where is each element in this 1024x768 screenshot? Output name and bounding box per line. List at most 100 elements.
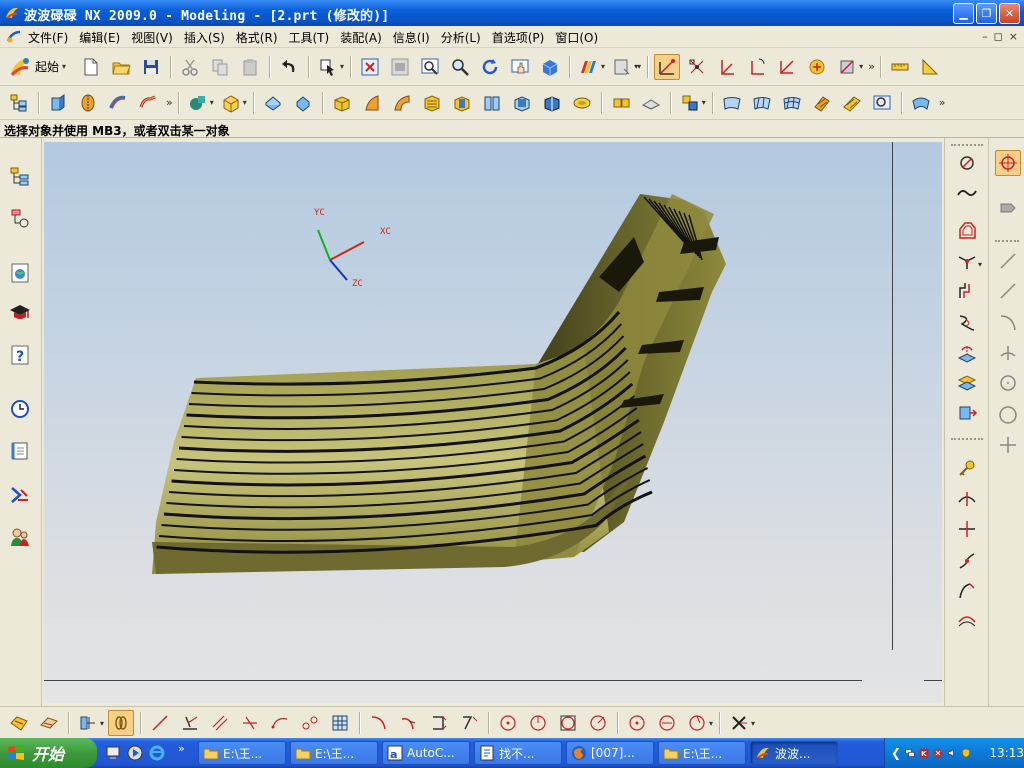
copy-button[interactable] — [207, 54, 233, 80]
sketch-button[interactable] — [654, 53, 681, 80]
shell-button[interactable] — [218, 90, 244, 116]
selection-filter-button[interactable] — [315, 54, 341, 80]
unite-button[interactable] — [185, 90, 211, 116]
offset-curve-button[interactable] — [954, 278, 980, 304]
antivirus-k-icon[interactable]: K — [919, 746, 929, 760]
zoom-button[interactable] — [417, 54, 443, 80]
point-sketch-button[interactable] — [995, 432, 1021, 458]
trim-tool-button[interactable] — [426, 710, 452, 736]
measure-distance-button[interactable] — [887, 54, 913, 80]
fit-view-button[interactable] — [357, 54, 383, 80]
bridge-curve-button[interactable] — [954, 310, 980, 336]
security-x-icon[interactable] — [933, 746, 943, 760]
menu-edit[interactable]: 编辑(E) — [79, 29, 127, 46]
edit-curve-parameters-button[interactable] — [954, 456, 980, 482]
assembly-navigator-tab[interactable] — [7, 164, 33, 190]
filter-dropdown-arrow[interactable]: ▾ — [340, 62, 344, 71]
wcs-save-button[interactable] — [834, 54, 860, 80]
point-button[interactable] — [954, 150, 980, 176]
start-dropdown-arrow[interactable]: ▾ — [62, 62, 66, 71]
through-curves-button[interactable] — [749, 90, 775, 116]
fillet-curve-button[interactable] — [954, 248, 980, 274]
training-tab[interactable] — [7, 300, 33, 326]
system-materials-tab[interactable] — [7, 438, 33, 464]
circle-tangent-button[interactable] — [555, 710, 581, 736]
color-button[interactable] — [576, 54, 602, 80]
shell-dropdown-arrow[interactable]: ▾ — [243, 98, 247, 107]
menu-analysis[interactable]: 分析(L) — [441, 29, 488, 46]
sketch-toggle-button[interactable] — [995, 150, 1021, 176]
edge-blend-button[interactable] — [260, 90, 286, 116]
3d-model-view[interactable] — [44, 142, 942, 703]
paste-button[interactable] — [237, 54, 263, 80]
undo-button[interactable] — [276, 54, 302, 80]
wcs-dropdown-arrow[interactable]: ▾ — [859, 62, 863, 71]
wcs-display-button[interactable] — [804, 54, 830, 80]
wcs-orient-button[interactable] — [774, 54, 800, 80]
draft-button[interactable] — [359, 90, 385, 116]
swept-surface-button[interactable] — [809, 90, 835, 116]
nx-app-icon[interactable] — [4, 5, 20, 21]
measure-angle-button[interactable] — [917, 54, 943, 80]
orient-to-sketch-button[interactable] — [75, 710, 101, 736]
layer-dropdown-arrow-2[interactable]: ▾ — [637, 62, 641, 71]
taskbar-button-autocad[interactable]: a AutoC... — [382, 741, 470, 765]
arc-center-button[interactable] — [624, 710, 650, 736]
document-menu-icon[interactable] — [6, 29, 22, 45]
zoom-in-out-button[interactable] — [447, 54, 473, 80]
menu-information[interactable]: 信息(I) — [393, 29, 437, 46]
profile-button[interactable] — [995, 248, 1021, 274]
fillet-tool-button[interactable] — [366, 710, 392, 736]
spline-button[interactable] — [954, 180, 980, 206]
ruled-surface-button[interactable] — [719, 90, 745, 116]
polygon-button[interactable] — [954, 218, 980, 244]
n-sided-surface-button[interactable] — [869, 90, 895, 116]
menu-window[interactable]: 窗口(O) — [555, 29, 605, 46]
restore-button[interactable]: ❐ — [976, 3, 997, 24]
color-dropdown-arrow[interactable]: ▾ — [601, 62, 605, 71]
menu-tools[interactable]: 工具(T) — [289, 29, 337, 46]
extract-curve-button[interactable] — [954, 400, 980, 426]
roles-tab[interactable] — [7, 524, 33, 550]
perpendicular-line-button[interactable] — [237, 710, 263, 736]
doc-minimize-button[interactable]: – — [982, 30, 988, 43]
arc-tangent-button[interactable] — [684, 710, 710, 736]
offset-face-button[interactable] — [419, 90, 445, 116]
part-navigator-button[interactable] — [6, 90, 32, 116]
taskbar-button-firefox[interactable]: [007]... — [566, 741, 654, 765]
parallel-line-button[interactable] — [207, 710, 233, 736]
doc-restore-button[interactable]: ◻ — [994, 30, 1003, 43]
scale-body-button[interactable] — [479, 90, 505, 116]
instance-feature-button[interactable] — [608, 90, 634, 116]
smooth-spline-button[interactable] — [954, 608, 980, 634]
volume-icon[interactable] — [947, 746, 957, 760]
wcs-origin-button[interactable] — [714, 54, 740, 80]
menu-assembly[interactable]: 装配(A) — [340, 29, 389, 46]
close-button[interactable]: ✕ — [999, 3, 1020, 24]
toolbar-overflow-chevron[interactable]: » — [939, 96, 946, 109]
extract-dropdown-arrow[interactable]: ▾ — [702, 98, 706, 107]
toolbar-overflow-chevron[interactable]: » — [166, 96, 173, 109]
history-tab[interactable] — [7, 396, 33, 422]
menu-format[interactable]: 格式(R) — [236, 29, 285, 46]
corner-tool-button[interactable] — [396, 710, 422, 736]
media-player-icon[interactable] — [126, 744, 144, 762]
project-curve-button[interactable] — [954, 340, 980, 366]
arc-three-point-button[interactable] — [654, 710, 680, 736]
taskbar-button-folder-2[interactable]: E:\王... — [290, 741, 378, 765]
minimize-button[interactable]: ▁ — [953, 3, 974, 24]
menu-view[interactable]: 视图(V) — [131, 29, 180, 46]
quick-launch-more[interactable]: » — [178, 742, 185, 755]
windows-start-button[interactable]: 开始 — [0, 738, 97, 768]
wcs-rotate-button[interactable] — [744, 54, 770, 80]
save-button[interactable] — [138, 54, 164, 80]
section-surface-button[interactable] — [839, 90, 865, 116]
extrude-button[interactable] — [45, 90, 71, 116]
chain-arc-button[interactable] — [297, 710, 323, 736]
menu-preferences[interactable]: 首选项(P) — [492, 29, 552, 46]
constraint-navigator-tab[interactable] — [7, 206, 33, 232]
network-icon[interactable] — [905, 746, 915, 760]
extract-geometry-button[interactable] — [677, 90, 703, 116]
arc-tool-button[interactable] — [267, 710, 293, 736]
render-style-button[interactable] — [537, 54, 563, 80]
